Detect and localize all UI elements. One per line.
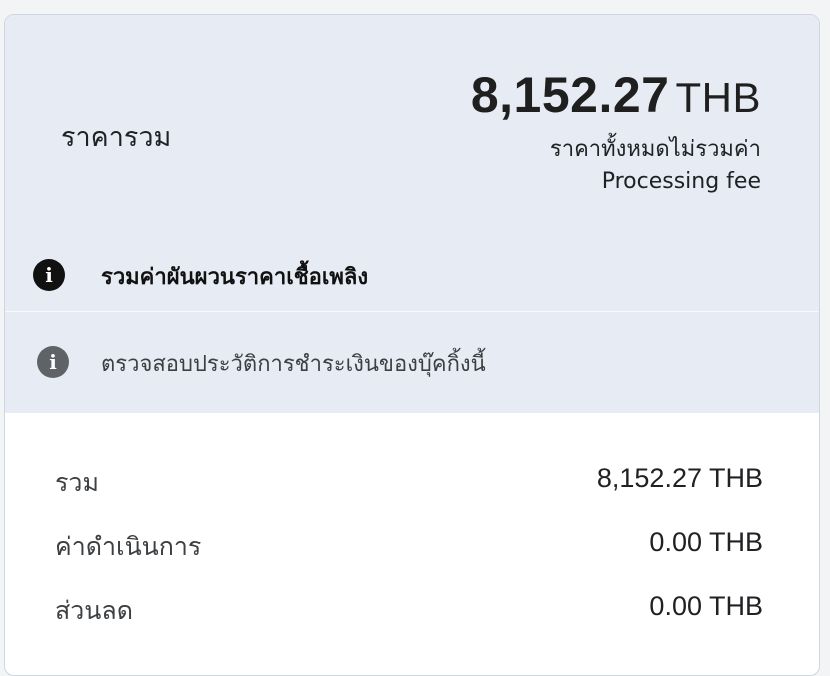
breakdown-label: ค่าดำเนินการ xyxy=(55,532,202,561)
fuel-surcharge-text: รวมค่าผันผวนราคาเชื้อเพลิง xyxy=(101,265,369,290)
breakdown-row-processing-fee: ค่าดำเนินการ 0.00 THB xyxy=(5,527,819,591)
processing-fee-note-line1: ราคาทั้งหมดไม่รวมค่า xyxy=(549,137,761,162)
breakdown-row-discount: ส่วนลด 0.00 THB xyxy=(5,591,819,655)
payment-history-text[interactable]: ตรวจสอบประวัติการชำระเงินของบุ๊คกิ้งนี้ xyxy=(101,346,486,381)
breakdown-row-total: รวม 8,152.27 THB xyxy=(5,463,819,527)
info-icon: i xyxy=(33,259,65,291)
total-price-label: ราคารวม xyxy=(61,122,172,153)
total-price-value: 8,152.27 xyxy=(470,67,670,123)
price-summary-card: ราคารวม 8,152.27 THB ราคาทั้งหมดไม่รวมค่า… xyxy=(4,14,820,676)
processing-fee-note: ราคาทั้งหมดไม่รวมค่า Processing fee xyxy=(471,134,761,198)
breakdown-value: 0.00 THB xyxy=(649,527,763,557)
breakdown-label: ส่วนลด xyxy=(55,596,133,625)
breakdown-label: รวม xyxy=(55,468,99,497)
total-price-row: ราคารวม 8,152.27 THB ราคาทั้งหมดไม่รวมค่า… xyxy=(5,15,819,241)
total-price-currency: THB xyxy=(675,74,761,121)
fuel-surcharge-notice: i รวมค่าผันผวนราคาเชื้อเพลิง xyxy=(5,241,819,312)
info-icon: i xyxy=(37,346,69,378)
total-price-block: 8,152.27 THB ราคาทั้งหมดไม่รวมค่า Process… xyxy=(471,70,761,198)
price-summary-header: ราคารวม 8,152.27 THB ราคาทั้งหมดไม่รวมค่า… xyxy=(5,15,819,413)
breakdown-value: 8,152.27 THB xyxy=(596,463,763,493)
processing-fee-note-line2: Processing fee xyxy=(601,169,761,194)
total-price-amount: 8,152.27 THB xyxy=(471,70,761,120)
payment-history-link[interactable]: i ตรวจสอบประวัติการชำระเงินของบุ๊คกิ้งนี… xyxy=(5,313,819,413)
breakdown-value: 0.00 THB xyxy=(649,591,763,621)
price-breakdown: รวม 8,152.27 THB ค่าดำเนินการ 0.00 THB ส… xyxy=(5,413,819,655)
